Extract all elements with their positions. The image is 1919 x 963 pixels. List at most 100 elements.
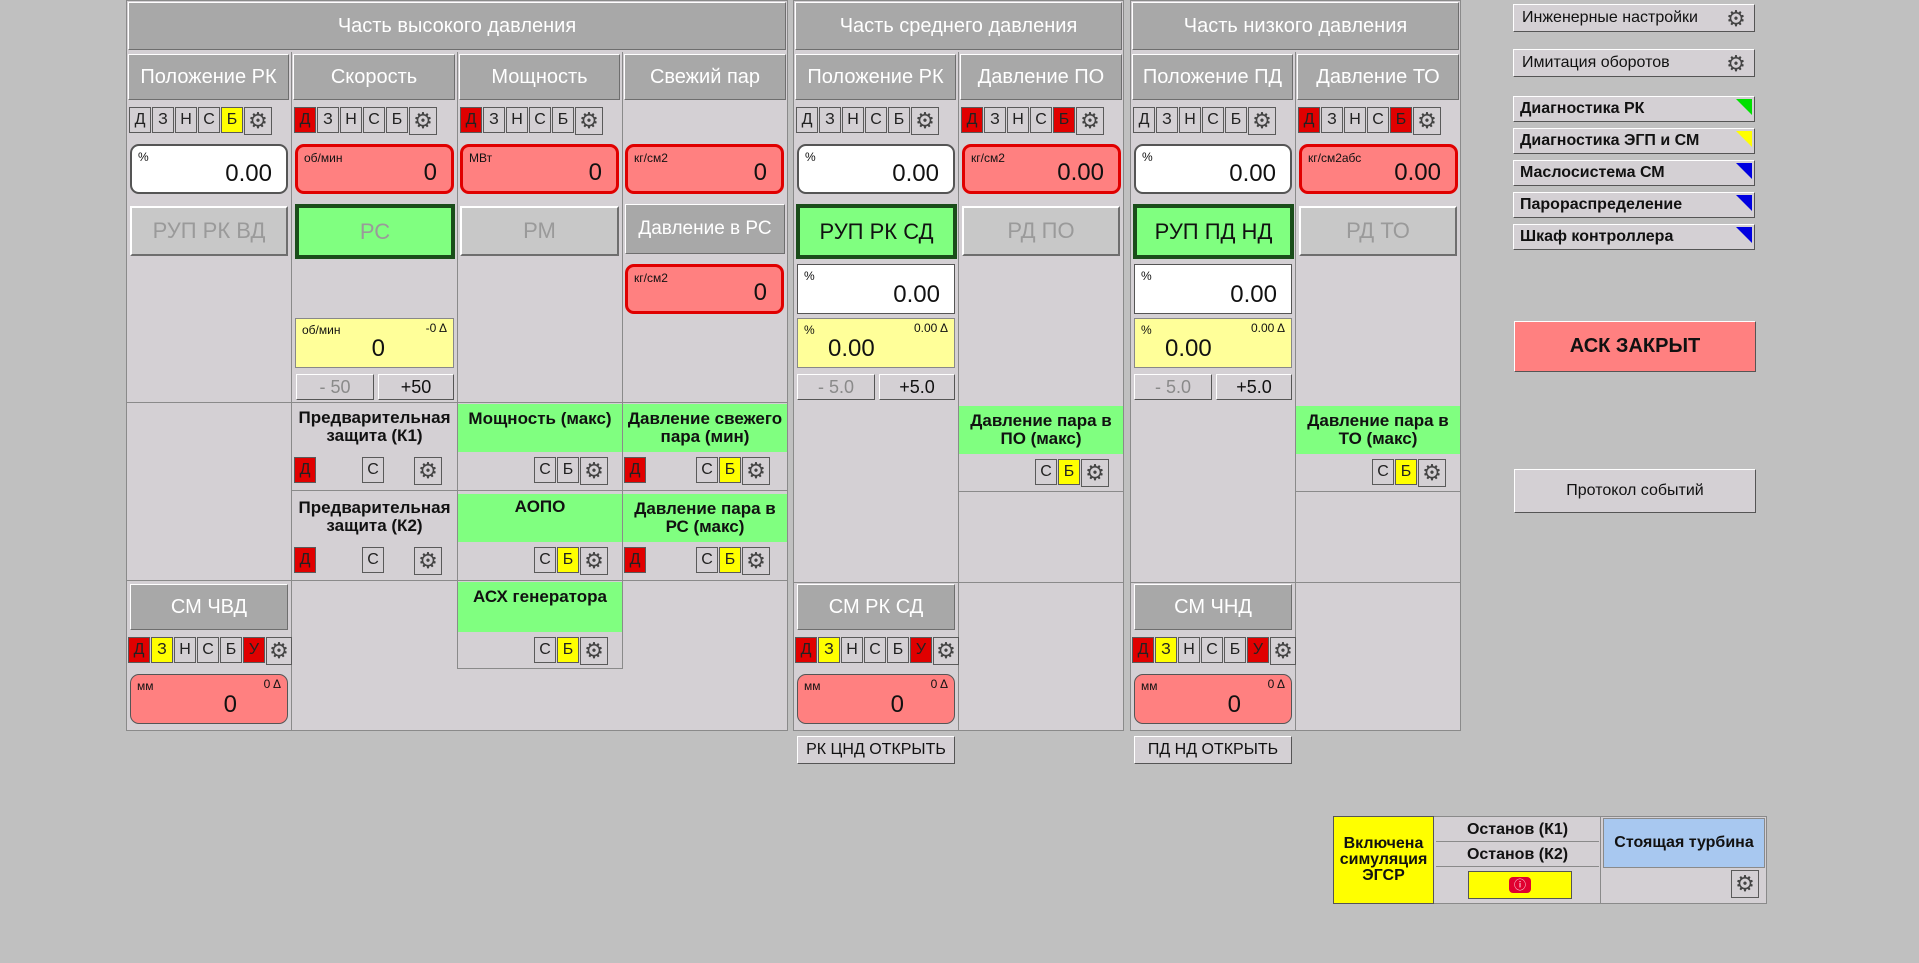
mode-b-button[interactable]: Б	[1058, 459, 1080, 485]
mode-z-button[interactable]: З	[1155, 637, 1177, 663]
mode-d-button[interactable]: Д	[129, 107, 151, 133]
gear-icon[interactable]: ⚙	[1076, 107, 1104, 135]
rm-button[interactable]: РМ	[460, 206, 619, 256]
rd-po-button[interactable]: РД ПО	[962, 206, 1120, 256]
mode-b-button[interactable]: Б	[1225, 107, 1247, 133]
mode-s-button[interactable]: С	[1202, 107, 1224, 133]
mode-z-button[interactable]: З	[1156, 107, 1178, 133]
mode-b-button[interactable]: Б	[1395, 459, 1417, 485]
mode-b-button[interactable]: Б	[888, 107, 910, 133]
mode-s-button[interactable]: С	[1372, 459, 1394, 485]
gear-icon[interactable]: ⚙	[580, 547, 608, 575]
mode-z-button[interactable]: З	[984, 107, 1006, 133]
rpm-simulation-button[interactable]: Имитация оборотов ⚙	[1513, 49, 1755, 77]
mode-s-button[interactable]: С	[1030, 107, 1052, 133]
mode-s-button[interactable]: С	[534, 637, 556, 663]
mode-n-button[interactable]: Н	[1178, 637, 1200, 663]
engineering-settings-button[interactable]: Инженерные настройки ⚙	[1513, 4, 1755, 32]
mode-z-button[interactable]: З	[317, 107, 339, 133]
mode-b-button[interactable]: Б	[1390, 107, 1412, 133]
mode-s-button[interactable]: С	[197, 637, 219, 663]
mode-s-button[interactable]: С	[1367, 107, 1389, 133]
mode-b-button[interactable]: Б	[887, 637, 909, 663]
mode-d-button[interactable]: Д	[128, 637, 150, 663]
mode-b-button[interactable]: Б	[220, 637, 242, 663]
gear-icon[interactable]: ⚙	[1270, 637, 1296, 665]
mode-d-button[interactable]: Д	[795, 637, 817, 663]
mode-b-button[interactable]: Б	[1224, 637, 1246, 663]
mode-s-button[interactable]: С	[362, 457, 384, 483]
mode-z-button[interactable]: З	[1321, 107, 1343, 133]
rs-button[interactable]: РС	[295, 204, 455, 259]
lp-plus-button[interactable]: +5.0	[1216, 374, 1292, 400]
mode-d-button[interactable]: Д	[796, 107, 818, 133]
mode-b-button[interactable]: Б	[719, 547, 741, 573]
mode-s-button[interactable]: С	[534, 457, 556, 483]
mode-d-button[interactable]: Д	[1298, 107, 1320, 133]
mode-d-button[interactable]: Д	[294, 547, 316, 573]
mode-z-button[interactable]: З	[819, 107, 841, 133]
gear-icon[interactable]: ⚙	[1081, 459, 1109, 487]
mode-d-button[interactable]: Д	[961, 107, 983, 133]
speed-plus-button[interactable]: +50	[378, 374, 454, 400]
mode-b-button[interactable]: Б	[221, 107, 243, 133]
gear-icon[interactable]: ⚙	[580, 637, 608, 665]
pd-nd-open-button[interactable]: ПД НД ОТКРЫТЬ	[1134, 736, 1292, 764]
gear-icon[interactable]: ⚙	[933, 637, 959, 665]
mode-n-button[interactable]: Н	[175, 107, 197, 133]
diag-steam-dist-button[interactable]: Парораспределение	[1513, 192, 1755, 218]
mode-b-button[interactable]: Б	[1053, 107, 1075, 133]
mode-b-button[interactable]: Б	[719, 457, 741, 483]
mode-b-button[interactable]: Б	[557, 547, 579, 573]
mode-s-button[interactable]: С	[363, 107, 385, 133]
mode-d-button[interactable]: Д	[1133, 107, 1155, 133]
mode-n-button[interactable]: Н	[340, 107, 362, 133]
mode-s-button[interactable]: С	[362, 547, 384, 573]
diag-egp-button[interactable]: Диагностика ЭГП и СМ	[1513, 128, 1755, 154]
mode-s-button[interactable]: С	[865, 107, 887, 133]
lp-minus-button[interactable]: - 5.0	[1134, 374, 1212, 400]
mode-z-button[interactable]: З	[152, 107, 174, 133]
mode-d-button[interactable]: Д	[294, 107, 316, 133]
mode-n-button[interactable]: Н	[842, 107, 864, 133]
mode-d-button[interactable]: Д	[1132, 637, 1154, 663]
mode-d-button[interactable]: Д	[460, 107, 482, 133]
rup-pd-nd-button[interactable]: РУП ПД НД	[1133, 204, 1294, 259]
mp-minus-button[interactable]: - 5.0	[797, 374, 875, 400]
mode-n-button[interactable]: Н	[506, 107, 528, 133]
mode-s-button[interactable]: С	[534, 547, 556, 573]
gear-icon[interactable]: ⚙	[266, 637, 292, 665]
mp-plus-button[interactable]: +5.0	[879, 374, 955, 400]
mode-b-button[interactable]: Б	[557, 457, 579, 483]
mode-u-button[interactable]: У	[1247, 637, 1269, 663]
mode-n-button[interactable]: Н	[841, 637, 863, 663]
mode-n-button[interactable]: Н	[1344, 107, 1366, 133]
mode-n-button[interactable]: Н	[174, 637, 196, 663]
mode-s-button[interactable]: С	[864, 637, 886, 663]
event-protocol-button[interactable]: Протокол событий	[1514, 469, 1756, 513]
gear-icon[interactable]: ⚙	[409, 107, 437, 135]
mode-b-button[interactable]: Б	[552, 107, 574, 133]
mode-z-button[interactable]: З	[818, 637, 840, 663]
gear-icon[interactable]: ⚙	[414, 457, 442, 485]
gear-icon[interactable]: ⚙	[414, 547, 442, 575]
mode-u-button[interactable]: У	[243, 637, 265, 663]
mode-s-button[interactable]: С	[1035, 459, 1057, 485]
mode-s-button[interactable]: С	[696, 547, 718, 573]
rup-rk-sd-button[interactable]: РУП РК СД	[796, 204, 957, 259]
rup-rk-vd-button[interactable]: РУП РК ВД	[130, 206, 288, 256]
mode-s-button[interactable]: С	[529, 107, 551, 133]
speed-minus-button[interactable]: - 50	[296, 374, 374, 400]
gear-icon[interactable]: ⚙	[580, 457, 608, 485]
diag-oil-button[interactable]: Маслосистема СМ	[1513, 160, 1755, 186]
mode-z-button[interactable]: З	[483, 107, 505, 133]
gear-icon[interactable]: ⚙	[575, 107, 603, 135]
gear-icon[interactable]: ⚙	[1418, 459, 1446, 487]
gear-icon[interactable]: ⚙	[1731, 870, 1759, 898]
mode-s-button[interactable]: С	[1201, 637, 1223, 663]
stop-button[interactable]: ⓘ	[1468, 871, 1572, 899]
mode-n-button[interactable]: Н	[1179, 107, 1201, 133]
mode-u-button[interactable]: У	[910, 637, 932, 663]
gear-icon[interactable]: ⚙	[742, 547, 770, 575]
mode-z-button[interactable]: З	[151, 637, 173, 663]
